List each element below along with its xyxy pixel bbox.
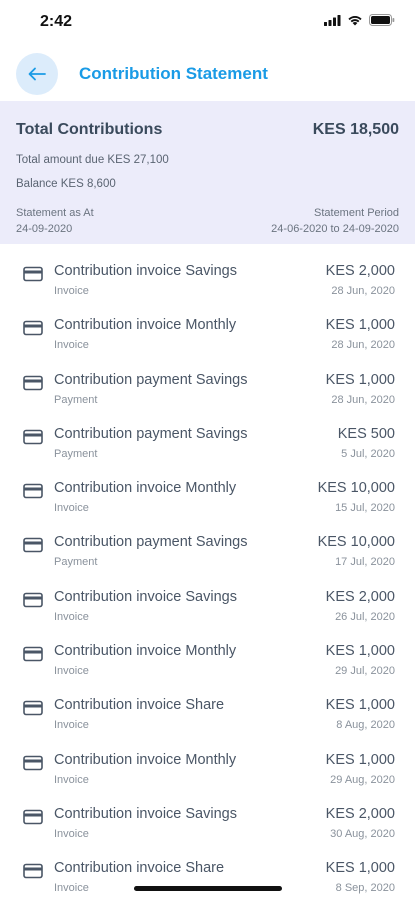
credit-card-icon — [23, 429, 43, 445]
transaction-type: Invoice — [54, 339, 89, 352]
credit-card-icon — [23, 646, 43, 662]
transaction-date: 29 Jul, 2020 — [335, 665, 395, 678]
transaction-row[interactable]: Contribution invoice Savings Invoice KES… — [0, 244, 415, 298]
battery-icon — [369, 14, 395, 26]
transaction-amount: KES 1,000 — [325, 317, 395, 334]
transaction-amount: KES 1,000 — [325, 371, 395, 388]
transaction-row[interactable]: Contribution invoice Monthly Invoice KES… — [0, 624, 415, 678]
transaction-title: Contribution invoice Share — [54, 697, 225, 714]
transaction-row[interactable]: Contribution invoice Share Invoice KES 1… — [0, 678, 415, 732]
credit-card-icon — [23, 483, 43, 499]
credit-card-icon — [23, 375, 43, 390]
transaction-title: Contribution invoice Monthly — [54, 317, 237, 334]
transaction-row[interactable]: Contribution payment Savings Payment KES… — [0, 515, 415, 569]
status-time: 2:42 — [40, 13, 73, 30]
total-amount-due: Total amount due KES 27,100 — [16, 154, 169, 166]
transaction-type: Invoice — [54, 285, 89, 297]
credit-card-icon — [23, 809, 43, 825]
transaction-title: Contribution invoice Monthly — [54, 643, 237, 660]
transaction-date: 29 Aug, 2020 — [330, 773, 395, 786]
transaction-type: Invoice — [54, 719, 89, 732]
arrow-left-icon — [28, 67, 46, 81]
status-icons — [324, 14, 395, 26]
credit-card-icon — [23, 755, 43, 770]
transaction-amount: KES 2,000 — [325, 263, 395, 279]
transaction-title: Contribution payment Savings — [54, 425, 248, 442]
transaction-type: Invoice — [54, 827, 89, 840]
app-header: Contribution Statement — [0, 44, 415, 102]
transaction-date: 30 Aug, 2020 — [330, 827, 395, 840]
transaction-type: Invoice — [54, 610, 89, 623]
statement-as-at-value: 24-09-2020 — [16, 223, 73, 235]
signal-icon — [324, 14, 341, 26]
transaction-date: 28 Jun, 2020 — [331, 285, 395, 297]
credit-card-icon — [23, 863, 43, 879]
transaction-type: Payment — [54, 556, 98, 569]
transaction-date: 28 Jun, 2020 — [331, 339, 395, 352]
summary-card: Total Contributions KES 18,500 Total amo… — [0, 101, 415, 244]
back-button[interactable] — [16, 53, 58, 95]
transaction-row[interactable]: Contribution payment Savings Payment KES… — [0, 353, 415, 407]
transaction-row[interactable]: Contribution invoice Monthly Invoice KES… — [0, 733, 415, 787]
transaction-amount: KES 500 — [337, 425, 395, 442]
total-contributions-amount: KES 18,500 — [312, 121, 399, 138]
transaction-list: Contribution invoice Savings Invoice KES… — [0, 244, 415, 896]
transaction-row[interactable]: Contribution invoice Savings Invoice KES… — [0, 570, 415, 624]
status-bar: 2:42 — [0, 0, 415, 44]
transaction-title: Contribution invoice Monthly — [54, 751, 237, 768]
transaction-title: Contribution payment Savings — [54, 371, 248, 388]
transaction-date: 8 Aug, 2020 — [336, 719, 395, 732]
balance: Balance KES 8,600 — [16, 178, 116, 190]
statement-as-at-label: Statement as At — [16, 207, 94, 219]
transaction-amount: KES 2,000 — [325, 805, 395, 822]
transaction-row[interactable]: Contribution invoice Monthly Invoice KES… — [0, 298, 415, 352]
transaction-date: 15 Jul, 2020 — [335, 502, 395, 515]
transaction-amount: KES 1,000 — [325, 697, 395, 714]
transaction-title: Contribution invoice Savings — [54, 805, 237, 822]
transaction-amount: KES 2,000 — [325, 588, 395, 605]
transaction-title: Contribution invoice Savings — [54, 263, 237, 279]
transaction-date: 5 Jul, 2020 — [341, 447, 395, 460]
transaction-amount: KES 1,000 — [325, 860, 395, 877]
transaction-date: 17 Jul, 2020 — [335, 556, 395, 569]
transaction-type: Invoice — [54, 773, 89, 786]
transaction-date: 26 Jul, 2020 — [335, 610, 395, 623]
transaction-title: Contribution invoice Savings — [54, 588, 237, 605]
credit-card-icon — [23, 592, 43, 608]
transaction-date: 28 Jun, 2020 — [331, 393, 395, 406]
transaction-title: Contribution invoice Monthly — [54, 480, 237, 497]
credit-card-icon — [23, 538, 43, 553]
transaction-type: Payment — [54, 447, 98, 460]
transaction-amount: KES 10,000 — [317, 534, 395, 551]
credit-card-icon — [23, 320, 43, 336]
credit-card-icon — [23, 266, 43, 282]
transaction-row[interactable]: Contribution payment Savings Payment KES… — [0, 407, 415, 461]
transaction-type: Invoice — [54, 882, 89, 895]
page-title: Contribution Statement — [79, 64, 268, 83]
total-contributions-label: Total Contributions — [16, 121, 163, 138]
transaction-title: Contribution payment Savings — [54, 534, 248, 551]
transaction-row[interactable]: Contribution invoice Monthly Invoice KES… — [0, 461, 415, 515]
transaction-type: Invoice — [54, 502, 89, 515]
wifi-icon — [348, 16, 362, 26]
transaction-title: Contribution invoice Share — [54, 860, 225, 877]
transaction-type: Invoice — [54, 665, 89, 678]
transaction-row[interactable]: Contribution invoice Savings Invoice KES… — [0, 787, 415, 841]
home-indicator — [134, 886, 282, 891]
transaction-amount: KES 10,000 — [317, 480, 395, 497]
transaction-amount: KES 1,000 — [325, 751, 395, 768]
transaction-type: Payment — [54, 393, 98, 406]
transaction-date: 8 Sep, 2020 — [335, 882, 395, 895]
transaction-amount: KES 1,000 — [325, 643, 395, 660]
credit-card-icon — [23, 701, 43, 716]
statement-period-label: Statement Period — [314, 207, 399, 219]
statement-period-value: 24-06-2020 to 24-09-2020 — [271, 223, 399, 235]
